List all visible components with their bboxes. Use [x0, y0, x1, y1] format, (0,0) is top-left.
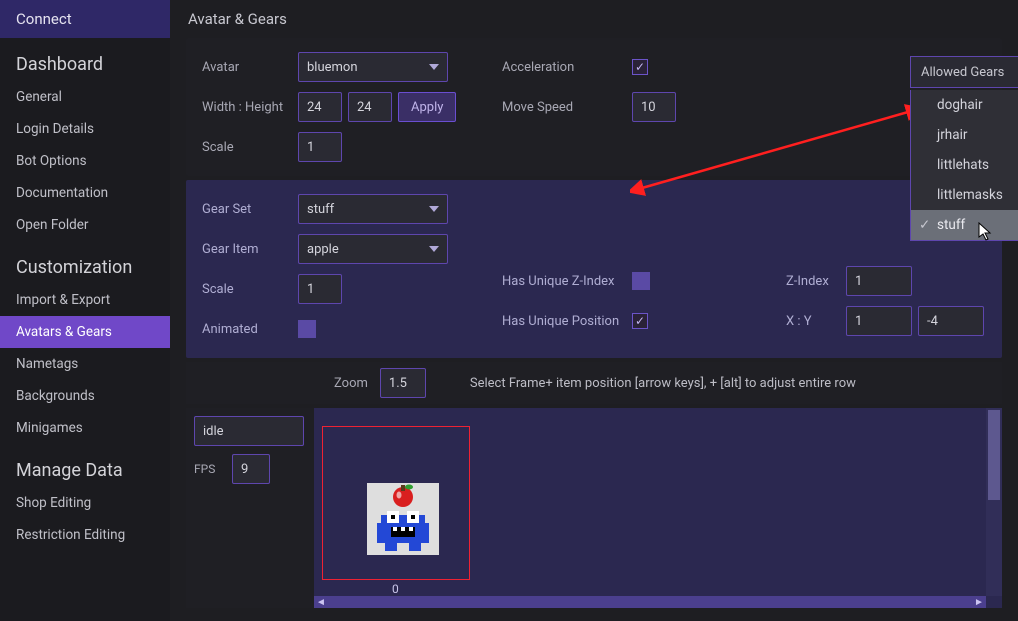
avatar-label: Avatar	[202, 60, 298, 75]
zoom-label: Zoom	[334, 376, 368, 391]
fps-label: FPS	[194, 462, 224, 476]
allowed-gears-dropdown: Allowed Gears doghairjrhairlittlehatslit…	[910, 90, 1018, 241]
gearset-select[interactable]: stuff	[298, 194, 448, 224]
height-input[interactable]	[348, 92, 392, 122]
zoom-hint: Select Frame+ item position [arrow keys]…	[470, 376, 856, 391]
gearitem-select[interactable]: apple	[298, 234, 448, 264]
chevron-down-icon	[429, 64, 439, 70]
wh-label: Width : Height	[202, 100, 298, 115]
animated-checkbox[interactable]	[298, 320, 316, 338]
zoom-input[interactable]	[380, 368, 426, 398]
sidebar-item[interactable]: Backgrounds	[0, 380, 170, 412]
frames-view: 0 ◄ ►	[314, 408, 1002, 608]
sidebar-item[interactable]: Open Folder	[0, 209, 170, 241]
allowed-gears-select[interactable]: Allowed Gears	[910, 56, 1018, 88]
hp-checkbox[interactable]	[632, 313, 648, 329]
sidebar-group-title: Customization	[0, 241, 170, 284]
frame-slot[interactable]	[322, 426, 470, 580]
dropdown-option[interactable]: stuff	[911, 210, 1018, 240]
avatar-block: Avatar bluemon Width : Height Apply	[186, 38, 1002, 176]
main: Avatar & Gears Avatar bluemon Width : He…	[170, 0, 1018, 621]
animated-label: Animated	[202, 322, 298, 337]
sidebar-item[interactable]: Nametags	[0, 348, 170, 380]
allowed-gears-head: Allowed Gears	[921, 65, 1004, 80]
sidebar-item[interactable]: General	[0, 81, 170, 113]
sidebar-item[interactable]: Restriction Editing	[0, 519, 170, 551]
chevron-down-icon	[429, 206, 439, 212]
zoom-row: Zoom Select Frame+ item position [arrow …	[186, 362, 1002, 404]
animation-select[interactable]: idle	[194, 416, 304, 446]
apply-button[interactable]: Apply	[398, 92, 456, 122]
hp-label: Has Unique Position	[502, 314, 632, 329]
width-input[interactable]	[298, 92, 342, 122]
sidebar-item[interactable]: Login Details	[0, 113, 170, 145]
sprite-preview	[367, 483, 439, 555]
hz-checkbox[interactable]	[632, 272, 650, 290]
gear-block: Gear Set stuff Gear Item apple	[186, 180, 1002, 358]
accel-label: Acceleration	[502, 60, 632, 75]
x-input[interactable]	[846, 306, 912, 336]
fps-input[interactable]	[232, 454, 270, 484]
gear-scale-input[interactable]	[298, 274, 342, 304]
zindex-input[interactable]	[846, 266, 912, 296]
y-input[interactable]	[918, 306, 984, 336]
accel-checkbox[interactable]	[632, 59, 648, 75]
dropdown-option[interactable]: jrhair	[911, 120, 1018, 150]
dropdown-option[interactable]: doghair	[911, 90, 1018, 120]
gearitem-label: Gear Item	[202, 242, 298, 257]
frame-index: 0	[392, 582, 399, 596]
frames-area: idle FPS	[186, 408, 1002, 608]
avatar-select-value: bluemon	[307, 60, 358, 75]
gearitem-value: apple	[307, 242, 339, 257]
movespeed-input[interactable]	[632, 92, 676, 122]
brand: Connect	[0, 0, 170, 38]
dropdown-option[interactable]: littlemasks	[911, 180, 1018, 210]
dropdown-option[interactable]: littlehats	[911, 150, 1018, 180]
hz-label: Has Unique Z-Index	[502, 274, 632, 289]
sidebar-item[interactable]: Import & Export	[0, 284, 170, 316]
avatar-select[interactable]: bluemon	[298, 52, 448, 82]
scroll-left-icon[interactable]: ◄	[314, 596, 328, 608]
sidebar-item[interactable]: Avatars & Gears	[0, 316, 170, 348]
zindex-label: Z-Index	[786, 274, 846, 289]
xy-label: X : Y	[786, 314, 846, 329]
sidebar-item[interactable]: Bot Options	[0, 145, 170, 177]
horizontal-scrollbar[interactable]: ◄ ►	[314, 596, 986, 608]
scroll-right-icon[interactable]: ►	[972, 596, 986, 608]
gearset-value: stuff	[307, 202, 334, 217]
scale-input[interactable]	[298, 132, 342, 162]
scale-label: Scale	[202, 140, 298, 155]
page-title: Avatar & Gears	[170, 0, 1018, 34]
cursor-icon	[978, 222, 992, 242]
sidebar-item[interactable]: Shop Editing	[0, 487, 170, 519]
sidebar-group-title: Manage Data	[0, 444, 170, 487]
animation-value: idle	[203, 424, 224, 439]
chevron-down-icon	[429, 246, 439, 252]
gear-scale-label: Scale	[202, 282, 298, 297]
sidebar: Connect DashboardGeneralLogin DetailsBot…	[0, 0, 170, 621]
sidebar-item[interactable]: Minigames	[0, 412, 170, 444]
sidebar-item[interactable]: Documentation	[0, 177, 170, 209]
vertical-scrollbar[interactable]	[986, 408, 1002, 596]
movespeed-label: Move Speed	[502, 100, 632, 115]
sidebar-group-title: Dashboard	[0, 38, 170, 81]
gearset-label: Gear Set	[202, 202, 298, 217]
